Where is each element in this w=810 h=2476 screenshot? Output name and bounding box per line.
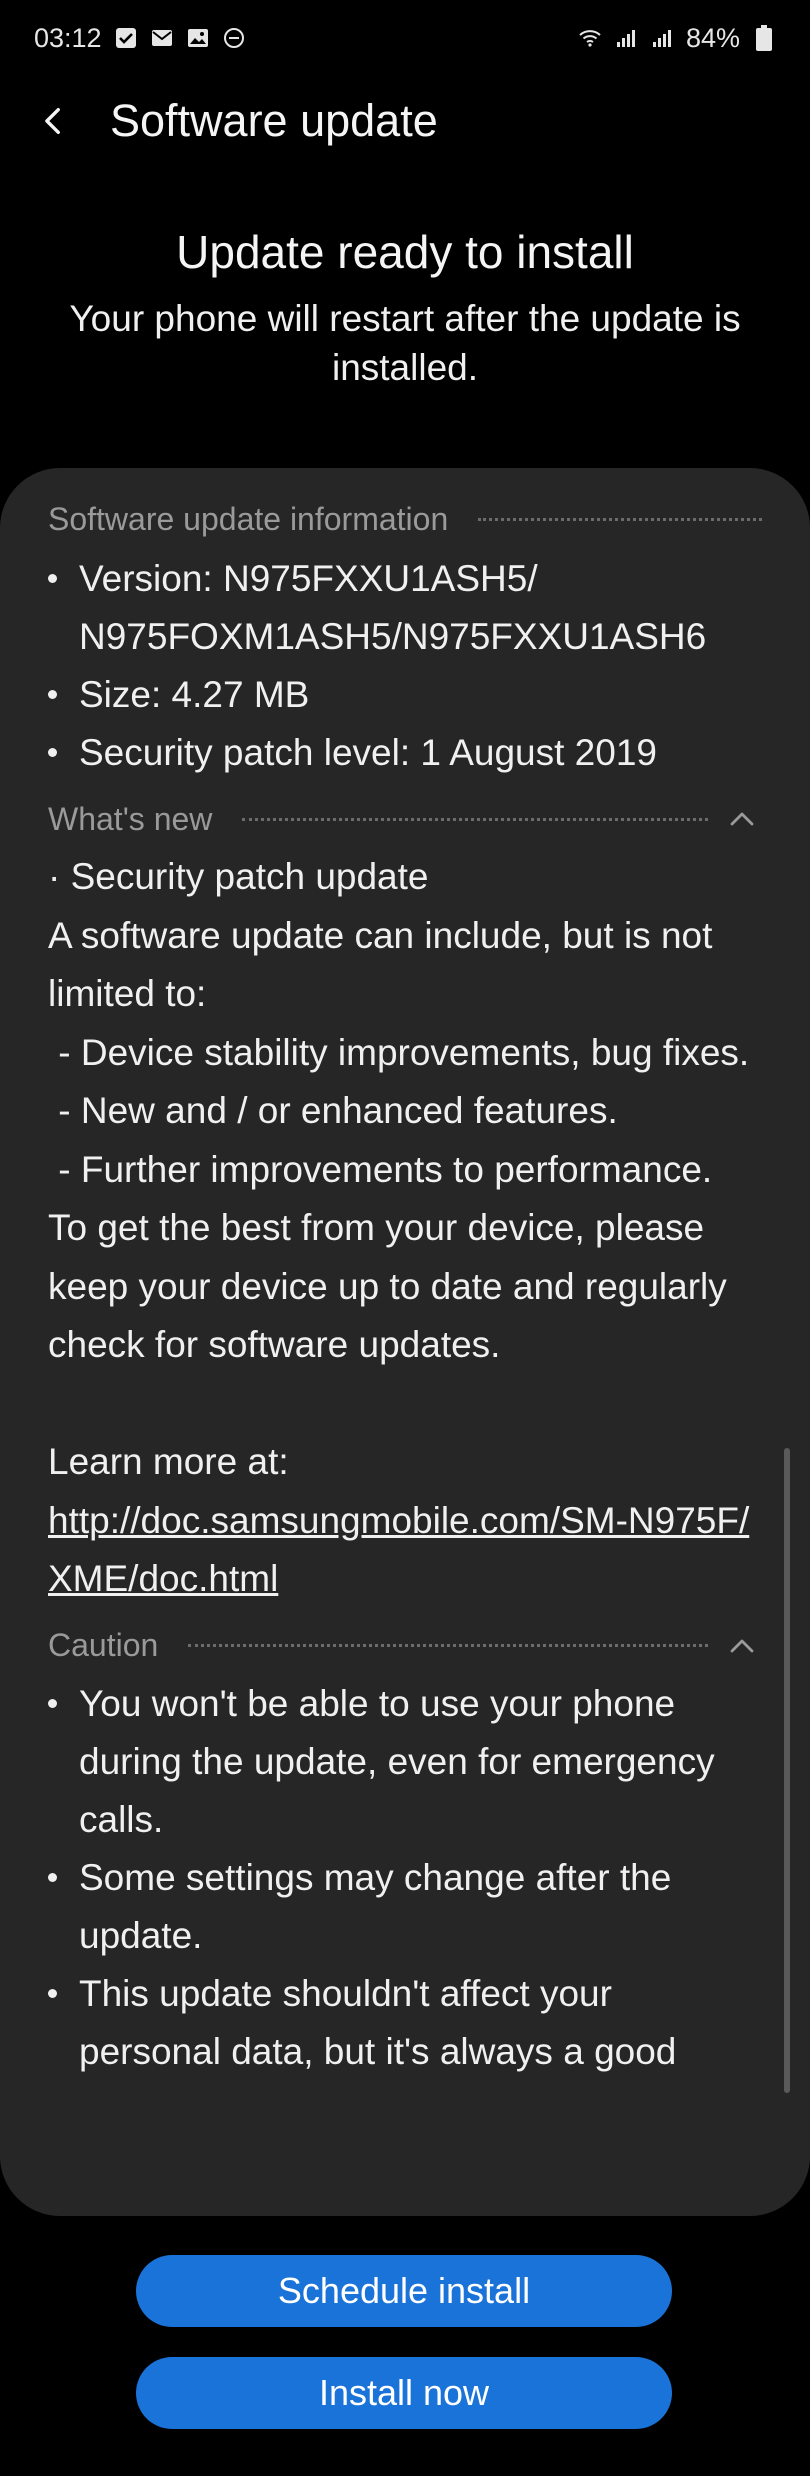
whats-new-body: · Security patch update A software updat… — [48, 856, 750, 1482]
wifi-icon — [578, 26, 602, 50]
update-details-card[interactable]: Software update information Version: N97… — [0, 468, 810, 2216]
software-info-list: Version: N975FXXU1ASH5/ N975FOXM1ASH5/N9… — [48, 550, 762, 782]
schedule-install-button[interactable]: Schedule install — [136, 2255, 672, 2327]
mail-icon — [150, 26, 174, 50]
image-icon — [186, 26, 210, 50]
back-button[interactable] — [24, 91, 84, 151]
version-item: Version: N975FXXU1ASH5/ N975FOXM1ASH5/N9… — [48, 550, 762, 666]
software-info-section-title: Software update information — [48, 500, 449, 537]
caution-list: You won't be able to use your phone duri… — [48, 1675, 762, 2081]
page-title: Software update — [110, 95, 438, 146]
battery-percentage: 84% — [685, 22, 740, 53]
status-bar: 03:12 84% — [0, 0, 810, 76]
caution-item: Some settings may change after the updat… — [48, 1849, 762, 1965]
back-arrow-icon — [45, 107, 60, 135]
security-patch-item: Security patch level: 1 August 2019 — [48, 724, 762, 782]
caution-item: This update shouldn't affect your person… — [48, 1965, 762, 2081]
signal-roaming-icon — [650, 26, 674, 50]
section-divider — [478, 517, 762, 521]
caution-item: You won't be able to use your phone duri… — [48, 1675, 762, 1849]
status-right: 84% — [578, 23, 776, 54]
section-divider — [242, 817, 708, 821]
whats-new-section-header[interactable]: What's new — [48, 796, 762, 842]
learn-more-link[interactable]: http://doc.samsungmobile.com/SM-N975F/XM… — [48, 1492, 762, 1609]
caution-section-header[interactable]: Caution — [48, 1623, 762, 1669]
do-not-disturb-icon — [222, 26, 246, 50]
size-item: Size: 4.27 MB — [48, 666, 762, 724]
chevron-up-icon[interactable] — [722, 799, 762, 839]
signal-icon — [614, 26, 638, 50]
chevron-up-icon[interactable] — [722, 1626, 762, 1666]
app-bar: Software update — [0, 76, 810, 166]
update-ready-subtitle: Your phone will restart after the update… — [69, 298, 741, 388]
battery-icon — [752, 25, 776, 51]
caution-section-title: Caution — [48, 1627, 159, 1663]
update-header: Update ready to install Your phone will … — [0, 222, 810, 392]
update-ready-title: Update ready to install — [176, 226, 634, 278]
software-info-section-header: Software update information — [48, 496, 762, 542]
install-now-button[interactable]: Install now — [136, 2357, 672, 2429]
status-time: 03:12 — [34, 22, 102, 53]
scrollbar[interactable] — [784, 1448, 790, 2093]
whats-new-section-title: What's new — [48, 800, 213, 837]
section-divider — [188, 1644, 708, 1647]
checkbox-icon — [114, 26, 138, 50]
status-left: 03:12 — [34, 23, 246, 54]
